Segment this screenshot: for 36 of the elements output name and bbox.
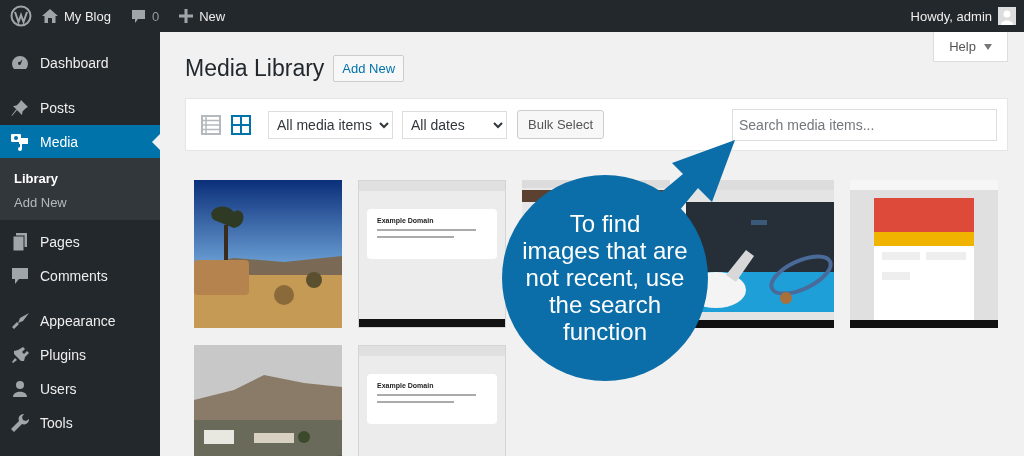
sidebar-item[interactable]: Appearance bbox=[0, 304, 160, 338]
paintbrush-icon bbox=[10, 311, 30, 331]
site-name-link[interactable]: My Blog bbox=[64, 8, 111, 24]
sidebar-item[interactable]: Comments bbox=[0, 259, 160, 293]
grid-view-icon[interactable] bbox=[231, 114, 251, 135]
sidebar-item[interactable]: Media bbox=[0, 125, 160, 158]
page-title: Media Library bbox=[185, 55, 325, 82]
date-dropdown[interactable]: All dates bbox=[402, 110, 507, 139]
media-icon bbox=[10, 131, 30, 152]
search-field[interactable]: Search media items... bbox=[732, 108, 997, 141]
greeting-link[interactable]: Howdy, admin bbox=[910, 8, 992, 24]
sidebar-item[interactable]: Tools bbox=[0, 406, 160, 440]
plus-icon[interactable] bbox=[179, 9, 194, 23]
wrench-icon bbox=[10, 413, 30, 433]
submenu-item[interactable]: Add New bbox=[0, 191, 160, 215]
user-icon bbox=[10, 379, 30, 399]
media-type-dropdown[interactable]: All media items bbox=[268, 110, 393, 139]
comment-icon[interactable] bbox=[130, 8, 146, 24]
sidebar-item[interactable]: Pages bbox=[0, 225, 160, 259]
pushpin-icon bbox=[10, 98, 30, 118]
home-icon[interactable] bbox=[42, 9, 58, 23]
sidebar-item[interactable]: Plugins bbox=[0, 338, 160, 372]
sidebar-item[interactable]: Dashboard bbox=[0, 46, 160, 80]
sidebar-item[interactable]: Users bbox=[0, 372, 160, 406]
plug-icon bbox=[10, 345, 30, 365]
sidebar-item[interactable]: Posts bbox=[0, 91, 160, 125]
speech-bubble-icon bbox=[10, 266, 30, 286]
add-new-button[interactable]: Add New bbox=[333, 55, 405, 82]
pages-icon bbox=[10, 232, 30, 252]
wordpress-logo-icon[interactable] bbox=[10, 5, 32, 27]
new-link[interactable]: New bbox=[199, 8, 226, 24]
submenu-item[interactable]: Library bbox=[0, 167, 160, 191]
help-tab[interactable]: Help bbox=[933, 32, 1008, 62]
bulk-select-button[interactable]: Bulk Select bbox=[517, 110, 605, 139]
callout-tooltip: To find images that are not recent, use the search function bbox=[502, 140, 735, 381]
comment-count[interactable]: 0 bbox=[151, 8, 160, 24]
